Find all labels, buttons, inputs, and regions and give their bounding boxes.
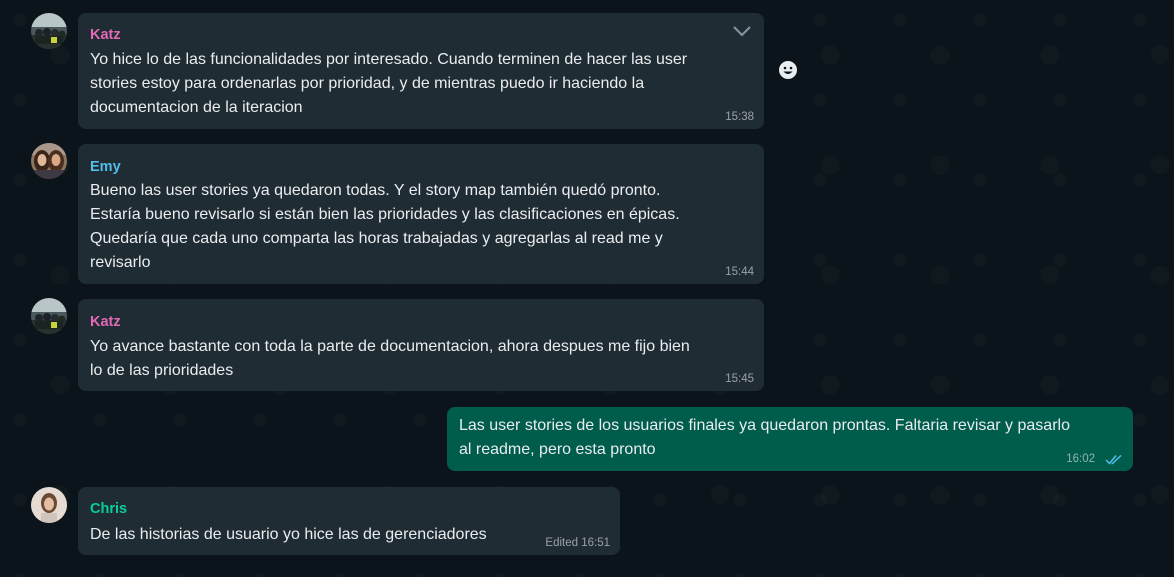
avatar-chris[interactable] [31,487,67,523]
message-text: Bueno las user stories ya quedaron todas… [90,182,680,271]
message-text: Yo hice lo de las funcionalidades por in… [90,51,688,116]
avatar-emy[interactable] [31,143,67,179]
chat-panel[interactable]: Katz Yo hice lo de las funcionalidades p… [0,0,1174,577]
message-bubble-chris[interactable]: Chris De las historias de usuario yo hic… [78,487,620,555]
message-time: Edited 16:51 [545,537,610,549]
emoji-react-button[interactable] [773,55,803,85]
avatar-katz[interactable] [31,298,67,334]
profile-photo-icon [31,487,67,523]
message-bubble-emy[interactable]: Emy Bueno las user stories ya quedaron t… [78,144,764,284]
avatar-katz[interactable] [31,13,67,49]
message-text: Las user stories de los usuarios finales… [459,417,1070,458]
message-bubble-katz-2[interactable]: Katz Yo avance bastante con toda la part… [78,299,764,391]
message-bubble-outgoing[interactable]: Las user stories de los usuarios finales… [447,407,1133,471]
message-time: 15:45 [725,373,754,385]
message-time: 15:44 [725,266,754,278]
message-text: Yo avance bastante con toda la parte de … [90,338,690,379]
group-photo-icon [31,298,67,334]
sender-name[interactable]: Katz [90,313,121,331]
sender-name[interactable]: Emy [90,158,121,176]
message-text: De las historias de usuario yo hice las … [90,526,487,543]
profile-photo-icon [31,143,67,179]
sender-name[interactable]: Katz [90,26,121,44]
message-bubble-katz-1[interactable]: Katz Yo hice lo de las funcionalidades p… [78,13,764,129]
message-time: 16:02 [1066,453,1095,465]
emoji-react-icon [779,61,797,79]
message-time: 15:38 [725,111,754,123]
group-photo-icon [31,13,67,49]
chevron-down-icon[interactable] [732,24,752,38]
sender-name[interactable]: Chris [90,500,127,518]
double-check-read-icon [1105,454,1122,465]
